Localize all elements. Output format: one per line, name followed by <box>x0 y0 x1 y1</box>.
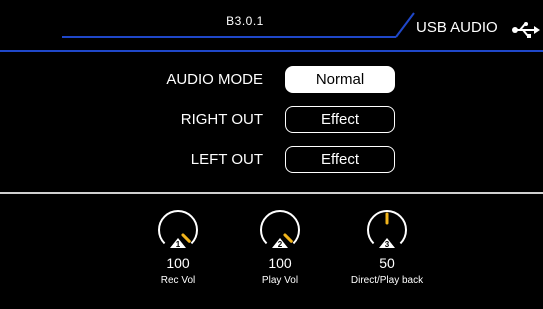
section-divider <box>0 192 543 194</box>
knob-label: Rec Vol <box>160 275 196 286</box>
usb-icon <box>512 22 540 43</box>
knob-rec-vol[interactable]: 1 100 Rec Vol <box>148 203 208 286</box>
knob-label: Direct/Play back <box>350 275 424 286</box>
knob-number: 2 <box>278 240 283 249</box>
header-bar: B3.0.1 USB AUDIO <box>0 0 543 52</box>
knob-indicator <box>283 233 293 243</box>
knob-number: 1 <box>176 240 181 249</box>
knob-number: 3 <box>385 240 390 249</box>
right-out-selector[interactable]: Effect <box>285 106 395 133</box>
left-out-selector[interactable]: Effect <box>285 146 395 173</box>
knob-play-vol[interactable]: 2 100 Play Vol <box>250 203 310 286</box>
knob-value: 100 <box>268 255 292 271</box>
header-underline-left <box>62 36 396 38</box>
knob-label: Play Vol <box>261 275 299 286</box>
page-title: USB AUDIO <box>416 19 498 36</box>
knob-value: 50 <box>379 255 395 271</box>
knob-indicator <box>181 233 191 243</box>
knob-dial-icon: 2 <box>260 210 300 249</box>
header-bottom-border <box>0 50 543 52</box>
knob-dial-icon: 1 <box>158 210 198 249</box>
knob-direct-playback[interactable]: 3 50 Direct/Play back <box>351 203 423 286</box>
knob-value: 100 <box>166 255 190 271</box>
audio-mode-label: AUDIO MODE <box>166 71 263 88</box>
right-out-label: RIGHT OUT <box>180 111 263 128</box>
left-out-label: LEFT OUT <box>190 151 263 168</box>
knob-dial-icon: 3 <box>367 210 407 249</box>
audio-mode-selector[interactable]: Normal <box>285 66 395 93</box>
